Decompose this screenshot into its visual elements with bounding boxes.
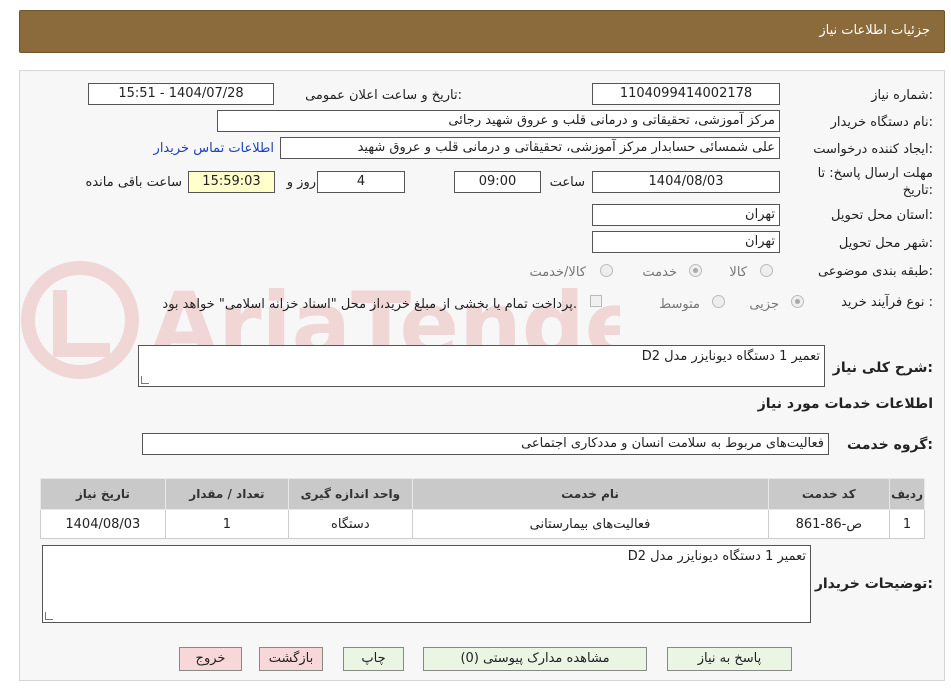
category-option-service: خدمت (642, 265, 677, 280)
service-group-field: فعالیت‌های مربوط به سلامت انسان و مددکار… (142, 433, 829, 455)
reply-button[interactable]: پاسخ به نیاز (667, 647, 792, 671)
col-header-quantity: تعداد / مقدار (164, 478, 290, 510)
service-group-label: گروه خدمت: (847, 437, 933, 453)
cell-service-code: ص-86-861 (767, 509, 891, 539)
province-label: استان محل تحویل: (831, 208, 933, 223)
cell-unit: دستگاه (288, 509, 413, 539)
category-radio-service[interactable] (689, 264, 702, 277)
cell-quantity: 1 (164, 509, 290, 539)
resize-handle-icon[interactable] (141, 376, 149, 384)
process-option-medium: متوسط (659, 297, 700, 312)
print-button[interactable]: چاپ (343, 647, 404, 671)
city-label: شهر محل تحویل: (838, 236, 933, 251)
process-radio-medium[interactable] (712, 295, 725, 308)
province-field: تهران (592, 204, 780, 226)
cell-need-date: 1404/08/03 (40, 509, 166, 539)
summary-text: تعمیر 1 دستگاه دیونایزر مدل D2 (641, 349, 820, 364)
process-label: نوع فرآیند خرید : (841, 295, 933, 310)
summary-textarea: تعمیر 1 دستگاه دیونایزر مدل D2 (138, 345, 825, 387)
deadline-date-field: 1404/08/03 (592, 171, 780, 193)
table-row: 1 ص-86-861 فعالیت‌های بیمارستانی دستگاه … (40, 509, 925, 539)
need-number-label: شماره نیاز: (871, 88, 933, 103)
col-header-need-date: تاریخ نیاز (40, 478, 166, 510)
category-radio-goods-service[interactable] (600, 264, 613, 277)
back-button[interactable]: بازگشت (259, 647, 323, 671)
process-option-minor: جزیی (749, 297, 779, 312)
category-label: طبقه بندی موضوعی: (817, 264, 933, 279)
remaining-time-field: 15:59:03 (188, 171, 275, 193)
deadline-days-field: 4 (317, 171, 405, 193)
table-header-row: ردیف کد خدمت نام خدمت واحد اندازه گیری ت… (40, 478, 925, 510)
need-number-field: 1104099414002178 (592, 83, 780, 105)
treasury-payment-checkbox[interactable] (590, 295, 602, 307)
requester-field: علی شمسائی حسابدار مرکز آموزشی، تحقیقاتی… (280, 137, 780, 159)
buyer-notes-text: تعمیر 1 دستگاه دیونایزر مدل D2 (627, 549, 806, 564)
buyer-org-field: مرکز آموزشی، تحقیقاتی و درمانی قلب و عرو… (217, 110, 780, 132)
process-radio-minor[interactable] (791, 295, 804, 308)
cell-row-number: 1 (889, 509, 925, 539)
summary-label: شرح کلی نیاز: (832, 360, 933, 376)
category-option-goods: کالا (729, 265, 747, 280)
page-header: جزئیات اطلاعات نیاز (19, 10, 945, 53)
remaining-label: ساعت باقی مانده (85, 175, 182, 190)
announce-datetime-label: تاریخ و ساعت اعلان عمومی: (305, 88, 462, 103)
buyer-org-label: نام دستگاه خریدار: (830, 115, 933, 130)
treasury-payment-note: پرداخت تمام یا بخشی از مبلغ خرید،از محل … (162, 297, 577, 312)
services-section-title: اطلاعات خدمات مورد نیاز (757, 396, 933, 412)
buyer-contact-link[interactable]: اطلاعات تماس خریدار (154, 141, 274, 156)
buyer-notes-textarea: تعمیر 1 دستگاه دیونایزر مدل D2 (42, 545, 811, 623)
page-title: جزئیات اطلاعات نیاز (819, 23, 930, 38)
col-header-unit: واحد اندازه گیری (288, 478, 413, 510)
city-field: تهران (592, 231, 780, 253)
col-header-service-code: کد خدمت (767, 478, 891, 510)
attachments-button[interactable]: مشاهده مدارک پیوستی (0) (423, 647, 647, 671)
col-header-row-number: ردیف (889, 478, 925, 510)
cell-service-name: فعالیت‌های بیمارستانی (411, 509, 769, 539)
deadline-label-date: تاریخ: (902, 183, 933, 198)
resize-handle-icon[interactable] (45, 612, 53, 620)
announce-datetime-field: 1404/07/28 - 15:51 (88, 83, 274, 105)
requester-label: ایجاد کننده درخواست: (813, 142, 933, 157)
category-option-goods-service: کالا/خدمت (529, 265, 586, 280)
services-table: ردیف کد خدمت نام خدمت واحد اندازه گیری ت… (40, 478, 925, 539)
exit-button[interactable]: خروج (179, 647, 242, 671)
deadline-time-field: 09:00 (454, 171, 541, 193)
deadline-time-label: ساعت (549, 175, 585, 190)
col-header-service-name: نام خدمت (411, 478, 769, 510)
category-radio-goods[interactable] (760, 264, 773, 277)
buyer-notes-label: توضیحات خریدار: (814, 576, 933, 592)
deadline-label: مهلت ارسال پاسخ: تا (817, 166, 933, 181)
days-label: روز و (286, 175, 316, 190)
